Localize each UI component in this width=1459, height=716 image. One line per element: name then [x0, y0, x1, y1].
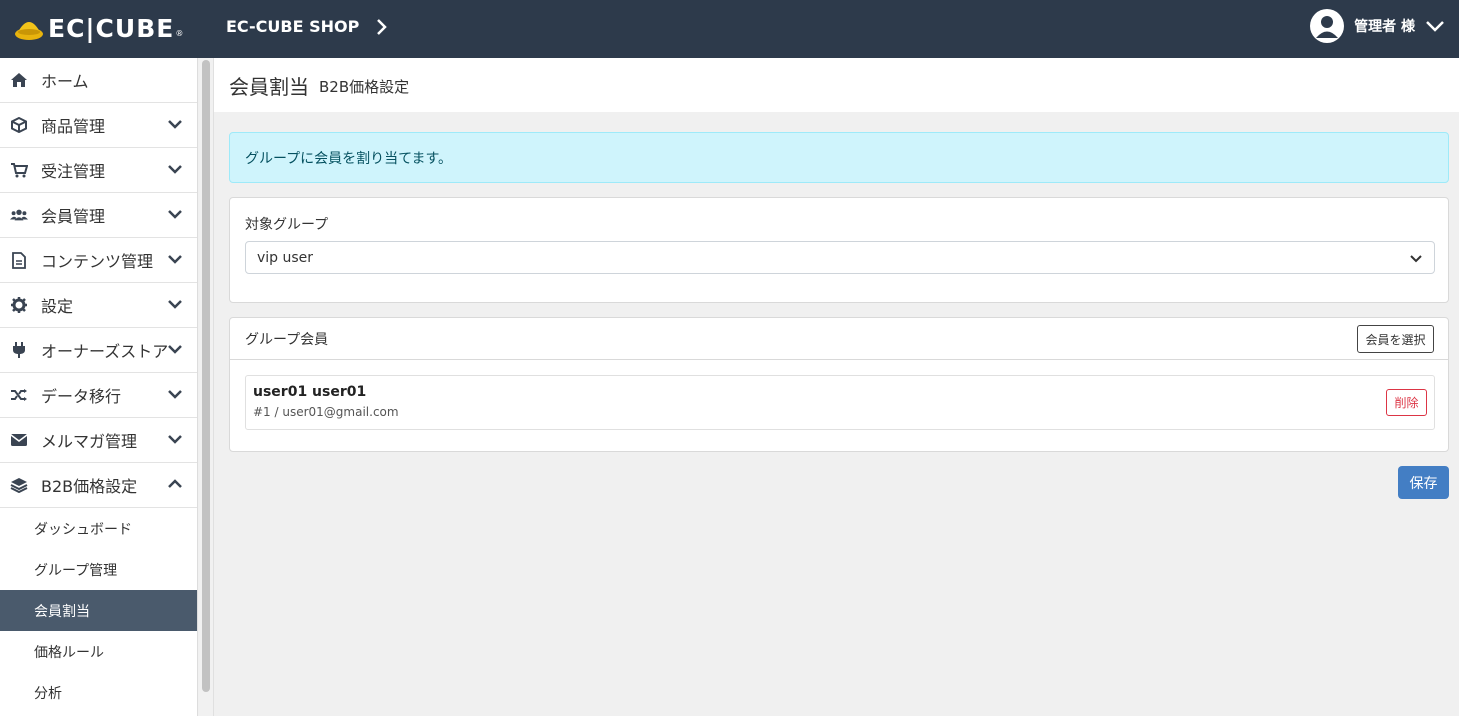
page-subtitle: B2B価格設定: [319, 78, 410, 96]
sidebar-scrollbar[interactable]: [199, 58, 214, 716]
logo-text: EC|CUBE: [48, 13, 175, 43]
chevron-down-icon: [168, 300, 182, 309]
select-value: vip user: [257, 249, 314, 266]
users-icon: [10, 206, 28, 224]
gear-icon: [10, 296, 28, 314]
registered-mark: ®: [175, 28, 184, 38]
crown-icon: [15, 22, 43, 40]
member-name: user01 user01: [253, 384, 367, 400]
chevron-down-icon: [1426, 21, 1444, 32]
sidebar-item-orders[interactable]: 受注管理: [0, 148, 197, 193]
sidebar-item-mail-magazine[interactable]: メルマガ管理: [0, 418, 197, 463]
page-header: 会員割当 B2B価格設定: [214, 58, 1459, 112]
sidebar: ホーム 商品管理 受注管理 会員管理 コンテンツ管理 設定 オーナーズストア デ…: [0, 58, 198, 716]
file-icon: [10, 251, 28, 269]
select-members-button[interactable]: 会員を選択: [1357, 325, 1434, 353]
layers-icon: [10, 476, 28, 494]
chevron-right-icon: [377, 18, 388, 35]
sidebar-subitem-analysis[interactable]: 分析: [0, 672, 197, 713]
shuffle-icon: [10, 386, 28, 404]
target-group-label: 対象グループ: [245, 217, 329, 233]
scrollbar-thumb[interactable]: [202, 60, 210, 692]
user-menu[interactable]: 管理者 様: [1310, 9, 1445, 43]
member-detail: #1 / user01@gmail.com: [253, 405, 399, 419]
group-members-title: グループ会員: [245, 332, 329, 348]
shop-link[interactable]: EC-CUBE SHOP: [226, 17, 388, 36]
ec-cube-logo[interactable]: EC|CUBE ®: [14, 12, 183, 44]
chevron-down-icon: [168, 345, 182, 354]
sidebar-item-home[interactable]: ホーム: [0, 58, 197, 103]
sidebar-subitem-group-management[interactable]: グループ管理: [0, 549, 197, 590]
group-members-card: グループ会員 会員を選択 user01 user01 #1 / user01@g…: [229, 317, 1449, 452]
chevron-down-icon: [168, 390, 182, 399]
cart-icon: [10, 161, 28, 179]
sidebar-item-label: ホーム: [41, 72, 89, 91]
home-icon: [10, 71, 28, 89]
sidebar-item-data-migration[interactable]: データ移行: [0, 373, 197, 418]
chevron-down-icon: [168, 165, 182, 174]
card-header: グループ会員 会員を選択: [230, 318, 1448, 360]
main-content: 会員割当 B2B価格設定 グループに会員を割り当てます。 対象グループ vip …: [214, 58, 1459, 716]
chevron-down-icon: [168, 435, 182, 444]
chevron-up-icon: [168, 479, 182, 488]
chevron-down-icon: [168, 120, 182, 129]
sidebar-item-contents[interactable]: コンテンツ管理: [0, 238, 197, 283]
chevron-down-icon: [1410, 255, 1422, 263]
sidebar-subitem-price-rules[interactable]: 価格ルール: [0, 631, 197, 672]
shop-name: EC-CUBE SHOP: [226, 17, 360, 36]
sidebar-subitem-member-assignment[interactable]: 会員割当: [0, 590, 197, 631]
target-group-card: 対象グループ vip user: [229, 197, 1449, 303]
chevron-down-icon: [168, 255, 182, 264]
sidebar-item-owners-store[interactable]: オーナーズストア: [0, 328, 197, 373]
envelope-icon: [10, 431, 28, 449]
top-header: EC|CUBE ® EC-CUBE SHOP 管理者 様: [0, 0, 1459, 58]
save-button[interactable]: 保存: [1398, 466, 1449, 499]
info-alert: グループに会員を割り当てます。: [229, 132, 1449, 183]
sidebar-item-settings[interactable]: 設定: [0, 283, 197, 328]
page-title: 会員割当: [229, 74, 309, 99]
chevron-down-icon: [168, 210, 182, 219]
sidebar-item-b2b-pricing[interactable]: B2B価格設定: [0, 463, 197, 508]
list-item: user01 user01 #1 / user01@gmail.com 削除: [245, 375, 1435, 430]
delete-member-button[interactable]: 削除: [1386, 389, 1427, 416]
plug-icon: [10, 341, 28, 359]
sidebar-item-products[interactable]: 商品管理: [0, 103, 197, 148]
sidebar-item-members[interactable]: 会員管理: [0, 193, 197, 238]
user-avatar-icon: [1310, 9, 1345, 43]
box-icon: [10, 116, 28, 134]
sidebar-subitem-dashboard[interactable]: ダッシュボード: [0, 508, 197, 549]
user-name: 管理者 様: [1354, 19, 1415, 35]
target-group-select[interactable]: vip user: [245, 241, 1435, 274]
